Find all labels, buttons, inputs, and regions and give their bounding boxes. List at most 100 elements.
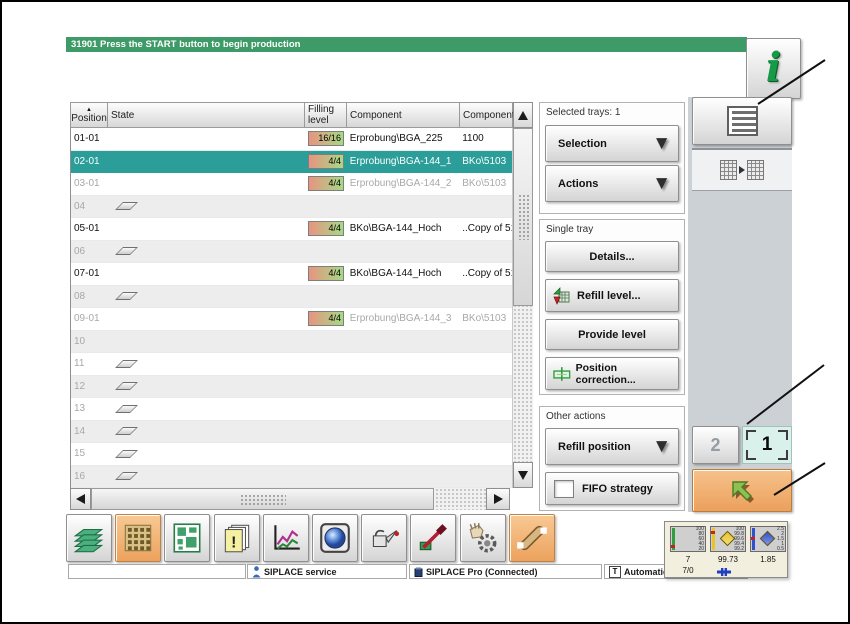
table-row[interactable]: 16 xyxy=(71,465,512,488)
gauge-marker xyxy=(711,531,715,534)
cell-position: 12 xyxy=(74,380,86,392)
cell-state xyxy=(109,404,305,413)
table-row[interactable]: 05-01 4/4 BKo\BGA-144_Hoch ..Copy of 51 xyxy=(71,218,512,241)
table-row[interactable]: 10 xyxy=(71,330,512,353)
table-row[interactable]: 06 xyxy=(71,240,512,263)
gauge-diamond-icon xyxy=(759,530,776,547)
cell-position: 02-01 xyxy=(74,155,100,167)
tab-list-view[interactable] xyxy=(692,97,792,145)
vertical-scrollbar-thumb[interactable] xyxy=(513,128,533,306)
selection-label: Selection xyxy=(558,137,607,150)
cell-component2: BKo\5103 xyxy=(462,313,507,325)
status-segment-connection: SIPLACE Pro (Connected) xyxy=(409,564,602,579)
info-button[interactable]: i xyxy=(746,38,801,99)
column-header-filling-level[interactable]: Filling level xyxy=(305,102,347,128)
gauge-value: 1.85 xyxy=(760,555,776,564)
details-label: Details... xyxy=(589,250,635,263)
cell-component2: ..Copy of 51 xyxy=(462,223,512,235)
column-header-state[interactable]: State xyxy=(108,102,305,128)
gauge-marker xyxy=(751,537,755,540)
table-row[interactable]: 08 xyxy=(71,285,512,308)
focus-corner xyxy=(746,450,756,460)
toolbar-button-station-layout[interactable] xyxy=(164,514,211,562)
scroll-right-button[interactable] xyxy=(486,488,510,510)
arrow-up-icon xyxy=(518,110,528,120)
provide-level-label: Provide level xyxy=(578,328,646,341)
selected-trays-label: Selected trays: 1 xyxy=(546,107,621,118)
table-row[interactable]: 11 xyxy=(71,353,512,376)
table-row[interactable]: 04 xyxy=(71,195,512,218)
table-row[interactable]: 13 xyxy=(71,398,512,421)
toolbar-button-maintenance[interactable] xyxy=(361,514,408,562)
chevron-down-icon: ▼ xyxy=(652,173,671,194)
empty-tray-icon xyxy=(114,404,138,413)
toolbar-button-statistics[interactable] xyxy=(262,514,309,562)
column-header-component2[interactable]: Component xyxy=(460,102,515,128)
toolbar-button-pcb-stack[interactable] xyxy=(66,514,112,562)
column-header-component[interactable]: Component xyxy=(347,102,460,128)
gauge-value-secondary: 7/0 xyxy=(682,566,694,575)
page-1-button[interactable]: 1 xyxy=(742,426,792,464)
pcb-stack-icon xyxy=(71,520,107,556)
cell-filling: 4/4 xyxy=(305,176,347,192)
toolbar-button-vision-camera[interactable] xyxy=(312,514,358,562)
refill-level-button[interactable]: Refill level... xyxy=(545,279,679,312)
focus-corner xyxy=(778,430,788,440)
performance-gauge-panel[interactable]: 100 80 60 40 20 7 7/0 100 99.8 99.6 99.4 99.2 99.73 2… xyxy=(664,521,788,578)
toolbar-button-repair[interactable] xyxy=(410,514,457,562)
page-2-button[interactable]: 2 xyxy=(692,426,739,464)
column-label: Component xyxy=(350,109,402,121)
column-header-position[interactable]: ▲ Position xyxy=(70,102,108,128)
selection-dropdown[interactable]: Selection ▼ xyxy=(545,125,679,162)
table-row[interactable]: 15 xyxy=(71,443,512,466)
refill-level-icon xyxy=(553,286,570,305)
scroll-up-button[interactable] xyxy=(513,102,533,128)
toolbar-button-manual-setup[interactable] xyxy=(459,514,506,562)
cell-state xyxy=(109,292,305,301)
toolbar-button-error-log[interactable]: ! xyxy=(213,514,260,562)
cell-position: 01-01 xyxy=(74,133,100,145)
table-row[interactable]: 01-01 16/16 Erprobung\BGA_225 1100 xyxy=(71,128,512,151)
position-correction-button[interactable]: Position correction... xyxy=(545,357,679,390)
tray-table: ▲ Position State Filling level Component… xyxy=(70,102,533,510)
cell-position: 11 xyxy=(74,358,85,370)
cell-component2: 1100 xyxy=(462,133,484,145)
toolbar-button-service-wrench[interactable] xyxy=(508,514,555,562)
refill-level-label: Refill level... xyxy=(577,289,641,302)
table-header: ▲ Position State Filling level Component… xyxy=(70,102,515,128)
scroll-down-button[interactable] xyxy=(513,462,533,488)
table-row[interactable]: 12 xyxy=(71,375,512,398)
filling-level-gauge: 4/4 xyxy=(307,221,344,237)
actions-dropdown[interactable]: Actions ▼ xyxy=(545,165,679,202)
chevron-down-icon: ▼ xyxy=(652,436,671,457)
user-icon xyxy=(252,565,261,577)
table-row[interactable]: 09-01 4/4 Erprobung\BGA-144_3 BKo\5103 xyxy=(71,308,512,331)
toolbar-button-tray-table[interactable] xyxy=(115,514,162,562)
message-bar: 31901 Press the START button to begin pr… xyxy=(66,37,747,52)
back-button[interactable] xyxy=(692,469,792,512)
cell-position: 06 xyxy=(74,245,86,257)
gauge-value: 99.73 xyxy=(717,555,739,564)
cell-state xyxy=(109,202,305,211)
table-row[interactable]: 14 xyxy=(71,420,512,443)
empty-tray-icon xyxy=(114,449,138,458)
focus-corner xyxy=(778,450,788,460)
tab-tray-view[interactable] xyxy=(692,148,792,191)
details-button[interactable]: Details... xyxy=(545,241,679,272)
fifo-checkbox[interactable] xyxy=(554,479,574,498)
table-row[interactable]: 02-01 4/4 Erprobung\BGA-144_1 BKo\5103 xyxy=(71,150,512,173)
connection-label: SIPLACE Pro (Connected) xyxy=(426,566,538,577)
refill-position-dropdown[interactable]: Refill position ▼ xyxy=(545,428,679,465)
fifo-strategy-toggle[interactable]: FIFO strategy xyxy=(545,472,679,505)
table-row[interactable]: 07-01 4/4 BKo\BGA-144_Hoch ..Copy of 51 xyxy=(71,263,512,286)
station-layout-icon xyxy=(169,520,205,556)
column-label: Component xyxy=(463,109,515,121)
table-row[interactable]: 03-01 4/4 Erprobung\BGA-144_2 BKo\5103 xyxy=(71,173,512,196)
cell-state xyxy=(109,449,305,458)
cell-position: 04 xyxy=(74,200,86,212)
refill-position-label: Refill position xyxy=(558,440,631,453)
provide-level-button[interactable]: Provide level xyxy=(545,319,679,350)
cell-state xyxy=(109,472,305,481)
scroll-left-button[interactable] xyxy=(70,488,91,510)
horizontal-scrollbar-thumb[interactable] xyxy=(91,488,434,510)
